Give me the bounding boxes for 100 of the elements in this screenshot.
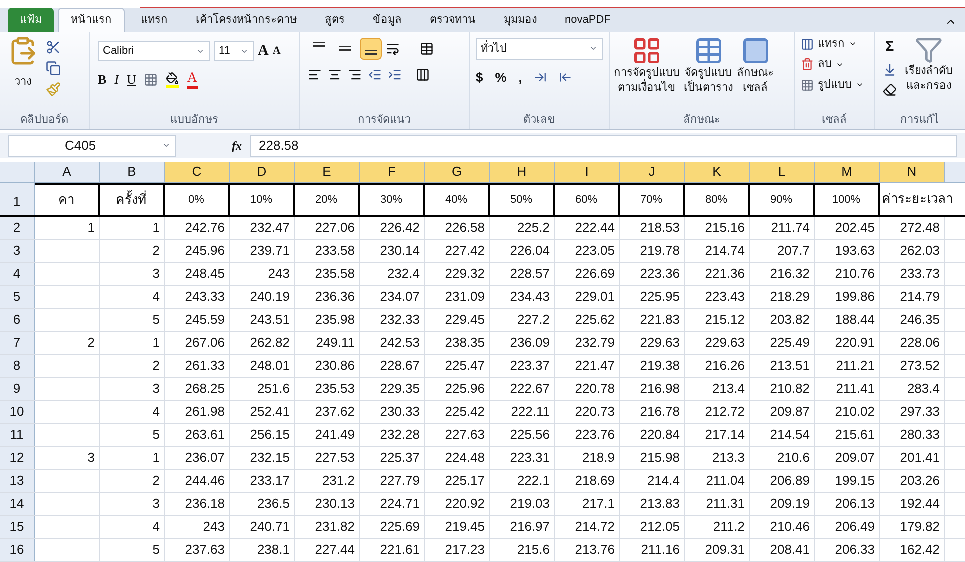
ribbon-tab[interactable]: novaPDF: [553, 8, 623, 32]
row-header[interactable]: 14: [0, 493, 35, 516]
number-format-field[interactable]: ทั่วไป: [476, 38, 603, 60]
column-header[interactable]: A: [35, 162, 100, 182]
row-header[interactable]: 4: [0, 263, 35, 286]
table-cell-text: 243: [268, 265, 290, 284]
ribbon-tab[interactable]: หน้าแรก: [58, 8, 125, 32]
row-header[interactable]: 9: [0, 378, 35, 400]
ribbon-tab[interactable]: ตรวจทาน: [418, 8, 488, 32]
table-cell-text: 297.33: [900, 403, 940, 422]
autosum-button[interactable]: Σ: [883, 36, 897, 57]
font-name-field[interactable]: Calibri: [98, 41, 210, 62]
column-header[interactable]: K: [685, 162, 750, 182]
table-cell-text: 216.32: [770, 265, 810, 284]
decrease-indent-icon[interactable]: [368, 68, 382, 82]
clear-icon[interactable]: [883, 82, 897, 97]
table-cell-text: 218.29: [770, 288, 810, 306]
column-header[interactable]: I: [555, 162, 620, 182]
row-header[interactable]: 11: [0, 424, 35, 446]
file-tab[interactable]: แฟ้ม: [8, 8, 54, 32]
column-header[interactable]: N: [880, 162, 945, 182]
column-header[interactable]: M: [815, 162, 880, 182]
row-header[interactable]: 8: [0, 355, 35, 378]
cut-icon[interactable]: [46, 40, 61, 55]
ribbon-tab[interactable]: แทรก: [129, 8, 180, 32]
formula-field[interactable]: 228.58: [250, 134, 957, 157]
comma-button[interactable]: ,: [518, 68, 522, 88]
percent-button[interactable]: %: [495, 68, 507, 88]
table-cell-text: 229.35: [380, 380, 420, 398]
column-header[interactable]: J: [620, 162, 685, 182]
function-label[interactable]: fx: [232, 136, 242, 155]
table-cell-text: 280.33: [900, 426, 940, 444]
row-header[interactable]: 3: [0, 240, 35, 262]
style-button[interactable]: การจัดรูปแบบ ตามเงื่อนไข: [614, 36, 680, 111]
fill-color-icon[interactable]: [166, 72, 180, 88]
table-cell-text: 233.17: [250, 472, 290, 490]
paste-button[interactable]: วาง: [14, 74, 32, 90]
ribbon-tab[interactable]: สูตร: [313, 8, 357, 32]
shrink-font-button[interactable]: A: [272, 42, 281, 60]
table-cell-text: 240.71: [250, 518, 290, 536]
grow-font-button[interactable]: A: [258, 40, 269, 62]
table-header-cell: 60%: [555, 183, 620, 216]
row-header[interactable]: 1: [0, 183, 35, 216]
row-header[interactable]: 6: [0, 309, 35, 332]
ribbon-tab[interactable]: ข้อมูล: [361, 8, 414, 32]
row-header[interactable]: 12: [0, 447, 35, 470]
table-cell-text: 209.87: [770, 403, 810, 422]
copy-icon[interactable]: [46, 60, 61, 76]
row-header[interactable]: 10: [0, 401, 35, 424]
table-cell-text: 222.1: [517, 472, 550, 490]
table-cell-text: 231.09: [445, 288, 485, 306]
table-cell-text: 211.74: [771, 219, 810, 238]
sort-filter-button[interactable]: เรียงลำดับ และกรอง: [905, 36, 953, 111]
cell-command-button[interactable]: ลบ: [801, 56, 868, 73]
increase-indent-icon[interactable]: [388, 68, 402, 82]
row-header[interactable]: 2: [0, 217, 35, 240]
borders-icon[interactable]: [144, 73, 158, 88]
row-header[interactable]: 15: [0, 516, 35, 538]
name-box[interactable]: C405: [8, 134, 176, 157]
cell-command-button[interactable]: แทรก: [801, 36, 868, 52]
row-header[interactable]: 7: [0, 332, 35, 354]
ribbon-tab[interactable]: เค้าโครงหน้ากระดาษ: [184, 8, 309, 32]
column-header[interactable]: D: [230, 162, 295, 182]
table-cell-text: 2: [88, 334, 95, 352]
column-header[interactable]: F: [360, 162, 425, 182]
table-cell-text: 214.74: [705, 242, 745, 260]
style-button[interactable]: จัดรูปแบบ เป็นตาราง: [684, 36, 733, 111]
table-cell-text: 201.41: [900, 449, 940, 468]
bold-button[interactable]: B: [98, 70, 107, 90]
font-size-field[interactable]: 11: [214, 41, 254, 62]
column-header[interactable]: L: [750, 162, 815, 182]
currency-button[interactable]: $: [476, 68, 484, 88]
column-header[interactable]: H: [490, 162, 555, 182]
font-color-button[interactable]: A: [187, 72, 198, 89]
row-header[interactable]: 16: [0, 539, 35, 562]
row-header[interactable]: 5: [0, 286, 35, 308]
align-left-icon[interactable]: [308, 68, 322, 82]
table-cell-text: 263.61: [185, 426, 225, 444]
style-button[interactable]: ลักษณะ เซลล์: [737, 36, 774, 111]
table-cell-text: 220.73: [575, 403, 615, 422]
column-header[interactable]: G: [425, 162, 490, 182]
vertical-align-button[interactable]: [360, 38, 382, 60]
row-header[interactable]: 13: [0, 470, 35, 492]
table-cell-text: 228.67: [380, 357, 420, 376]
column-header[interactable]: E: [295, 162, 360, 182]
table-cell-text: 210.76: [835, 265, 875, 284]
align-right-icon[interactable]: [348, 68, 362, 82]
table-cell-text: 211.31: [706, 495, 745, 514]
table-cell-text: 214.4: [647, 472, 680, 490]
underline-button[interactable]: U: [127, 70, 136, 90]
cell-command-button[interactable]: รูปแบบ: [801, 76, 868, 94]
ribbon-tab[interactable]: มุมมอง: [492, 8, 549, 32]
table-cell-text: 221.47: [575, 357, 615, 376]
column-header[interactable]: C: [165, 162, 230, 182]
table-cell-text: 224.48: [445, 449, 485, 468]
table-cell-text: 234.07: [380, 288, 420, 306]
fill-down-icon[interactable]: [883, 62, 897, 77]
italic-button[interactable]: I: [114, 70, 120, 90]
table-cell-text: 242.53: [380, 334, 420, 352]
align-center-icon[interactable]: [328, 68, 342, 82]
